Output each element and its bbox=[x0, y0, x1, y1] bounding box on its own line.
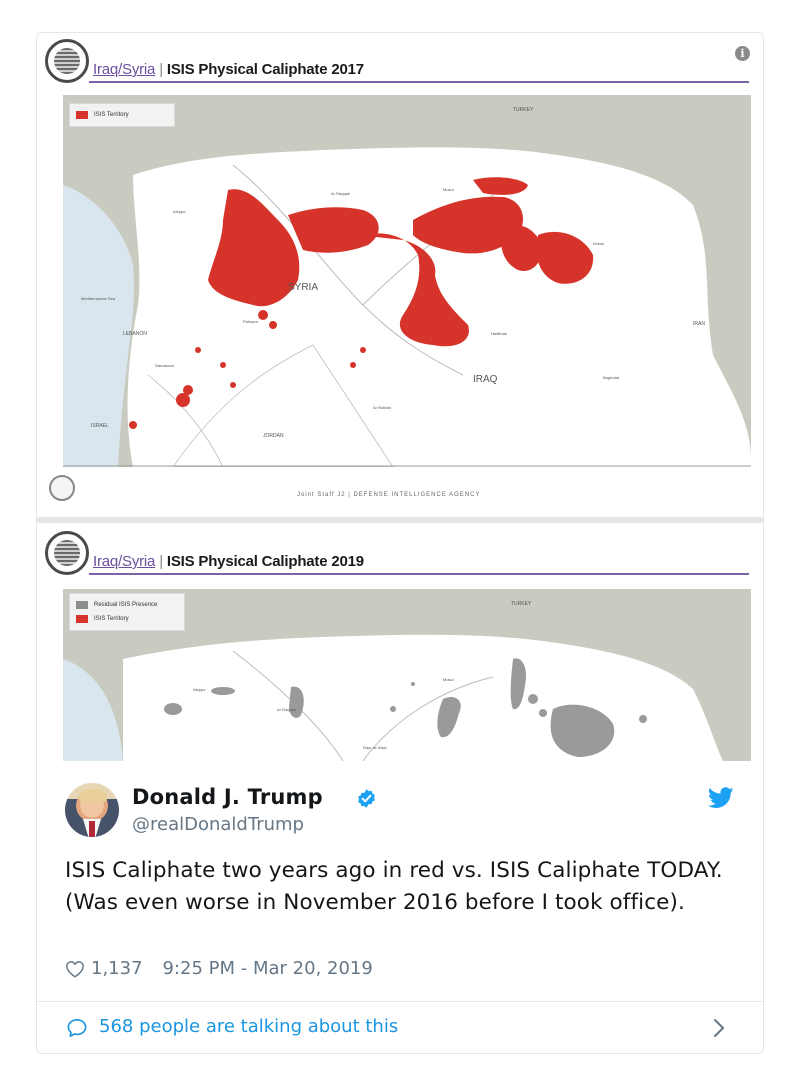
label-mosul: Mosul bbox=[443, 677, 454, 682]
legend-item-isis-territory: ISIS Territory bbox=[76, 108, 168, 122]
map-panel-2019[interactable]: Iraq/Syria | ISIS Physical Caliphate 2019 bbox=[37, 523, 763, 761]
label-mosul: Mosul bbox=[443, 187, 454, 192]
panel-title-2017: Iraq/Syria | ISIS Physical Caliphate 2017 bbox=[93, 61, 364, 78]
legend-swatch-red bbox=[76, 111, 88, 119]
panel-region-label: Iraq/Syria bbox=[93, 61, 156, 78]
talking-about-link[interactable]: 568 people are talking about this bbox=[99, 1016, 398, 1037]
legend-label: ISIS Territory bbox=[94, 112, 129, 118]
verified-badge-icon bbox=[358, 789, 375, 808]
label-mediterranean: Mediterranean Sea bbox=[81, 296, 116, 301]
conversation-bar[interactable]: 568 people are talking about this bbox=[37, 1001, 763, 1053]
label-iran: IRAN bbox=[693, 321, 705, 327]
label-jordan: JORDAN bbox=[263, 433, 284, 439]
label-raqqa: Ar Raqqah bbox=[277, 707, 296, 712]
panel-title-text: ISIS Physical Caliphate 2019 bbox=[166, 553, 364, 570]
label-turkey: TURKEY bbox=[513, 107, 534, 113]
map-2017-svg: SYRIA IRAQ TURKEY IRAN LEBANON JORDAN IS… bbox=[63, 95, 751, 467]
label-turkey: TURKEY bbox=[511, 601, 532, 607]
label-aleppo: Aleppo bbox=[193, 687, 206, 692]
tweet-meta: 1,137 9:25 PM - Mar 20, 2019 bbox=[65, 958, 373, 979]
label-palmyra: Palmyra bbox=[243, 319, 258, 324]
title-rule bbox=[89, 573, 749, 575]
title-separator: | bbox=[159, 61, 163, 78]
tweet-timestamp[interactable]: 9:25 PM - Mar 20, 2019 bbox=[163, 958, 373, 979]
chevron-right-icon[interactable] bbox=[713, 1018, 725, 1038]
label-baghdad: Baghdad bbox=[603, 375, 619, 380]
legend-item-residual: Residual ISIS Presence bbox=[76, 598, 178, 612]
label-israel: ISRAEL bbox=[91, 423, 109, 429]
panel-title-text: ISIS Physical Caliphate 2017 bbox=[166, 61, 364, 78]
label-syria: SYRIA bbox=[288, 282, 318, 293]
twitter-bird-icon[interactable] bbox=[708, 787, 734, 809]
dia-small-seal-icon bbox=[49, 475, 75, 501]
legend-label: ISIS Territory bbox=[94, 616, 129, 622]
label-raqqa: Ar Raqqah bbox=[331, 191, 350, 196]
legend-swatch-gray bbox=[76, 601, 88, 609]
map-2017: SYRIA IRAQ TURKEY IRAN LEBANON JORDAN IS… bbox=[63, 95, 751, 467]
tweet-text: ISIS Caliphate two years ago in red vs. … bbox=[65, 858, 723, 915]
legend-item-isis-territory: ISIS Territory bbox=[76, 612, 178, 626]
author-name[interactable]: Donald J. Trump bbox=[132, 785, 323, 809]
author-handle[interactable]: @realDonaldTrump bbox=[132, 814, 304, 835]
dia-seal-icon bbox=[45, 39, 89, 83]
title-rule bbox=[89, 81, 749, 83]
dia-seal-icon bbox=[45, 531, 89, 575]
label-aleppo: Aleppo bbox=[173, 209, 186, 214]
legend-swatch-red bbox=[76, 615, 88, 623]
label-kirkuk: Kirkuk bbox=[593, 241, 604, 246]
heart-icon[interactable] bbox=[65, 960, 85, 978]
embedded-tweet-card: Iraq/Syria | ISIS Physical Caliphate 2017 … bbox=[36, 32, 764, 1054]
legend-label: Residual ISIS Presence bbox=[94, 602, 158, 608]
speech-bubble-icon bbox=[67, 1019, 87, 1037]
map-legend-2019: Residual ISIS Presence ISIS Territory bbox=[69, 593, 185, 631]
map-credit: Joint Staff J2 | DEFENSE INTELLIGENCE AG… bbox=[297, 492, 481, 498]
panel-title-2019: Iraq/Syria | ISIS Physical Caliphate 2019 bbox=[93, 553, 364, 570]
tweet-body: Donald J. Trump @realDonaldTrump ISIS Ca… bbox=[37, 761, 763, 1053]
label-lebanon: LEBANON bbox=[123, 331, 147, 337]
like-count: 1,137 bbox=[91, 958, 143, 979]
map-panel-2017[interactable]: Iraq/Syria | ISIS Physical Caliphate 2017 … bbox=[37, 33, 763, 517]
panel-region-label: Iraq/Syria bbox=[93, 553, 156, 570]
map-legend-2017: ISIS Territory bbox=[69, 103, 175, 127]
label-iraq: IRAQ bbox=[473, 374, 498, 385]
label-hadithah: Hadithah bbox=[491, 331, 507, 336]
info-icon[interactable]: i bbox=[735, 46, 750, 61]
avatar[interactable] bbox=[65, 783, 119, 837]
label-rutbah: Ar Rutbah bbox=[373, 405, 391, 410]
title-separator: | bbox=[159, 553, 163, 570]
label-deirezzor: Dayr az Zawr bbox=[363, 745, 387, 750]
label-damascus: Damascus bbox=[155, 363, 174, 368]
